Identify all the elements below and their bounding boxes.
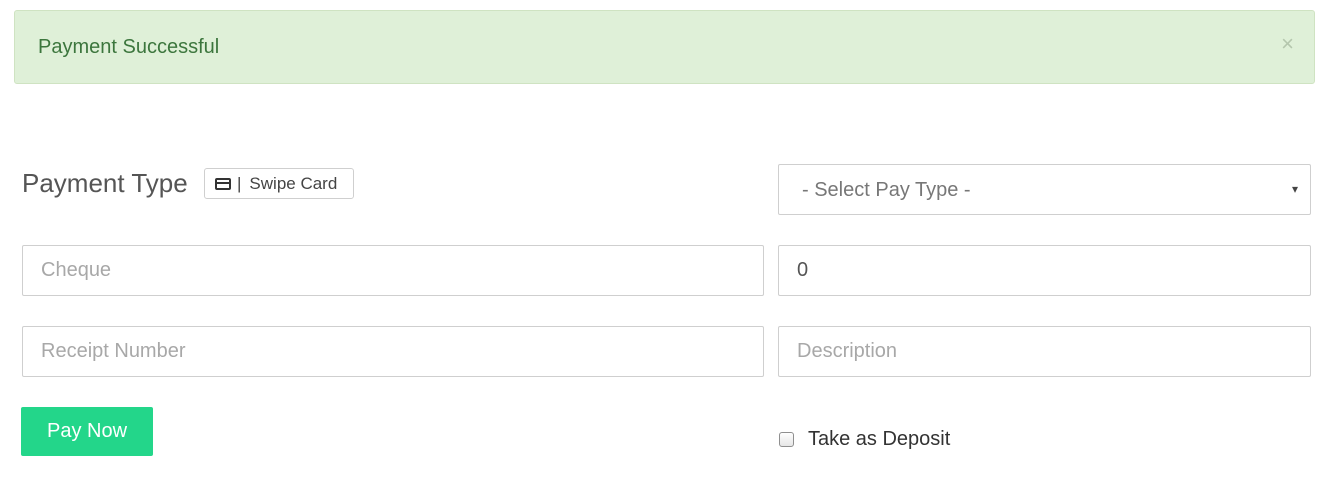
- take-as-deposit[interactable]: Take as Deposit: [779, 428, 950, 451]
- deposit-checkbox[interactable]: [779, 432, 794, 447]
- cheque-input[interactable]: [22, 245, 764, 296]
- swipe-separator: |: [237, 173, 242, 193]
- pay-type-selected-value: - Select Pay Type -: [802, 179, 971, 201]
- deposit-label: Take as Deposit: [808, 428, 951, 450]
- pay-type-select[interactable]: - Select Pay Type - ▾: [778, 164, 1311, 215]
- alert-message: Payment Successful: [38, 36, 220, 58]
- pay-now-button[interactable]: Pay Now: [21, 407, 153, 456]
- swipe-card-label: Swipe Card: [249, 173, 338, 193]
- receipt-number-input[interactable]: [22, 326, 764, 377]
- description-input[interactable]: [778, 326, 1311, 377]
- swipe-card-button[interactable]: | Swipe Card: [204, 168, 354, 199]
- close-icon[interactable]: ×: [1281, 33, 1294, 55]
- success-alert: Payment Successful ×: [14, 10, 1315, 84]
- payment-type-label: Payment Type: [22, 168, 188, 198]
- credit-card-icon: [215, 177, 231, 190]
- amount-input[interactable]: [778, 245, 1311, 296]
- chevron-down-icon: ▾: [1291, 182, 1298, 196]
